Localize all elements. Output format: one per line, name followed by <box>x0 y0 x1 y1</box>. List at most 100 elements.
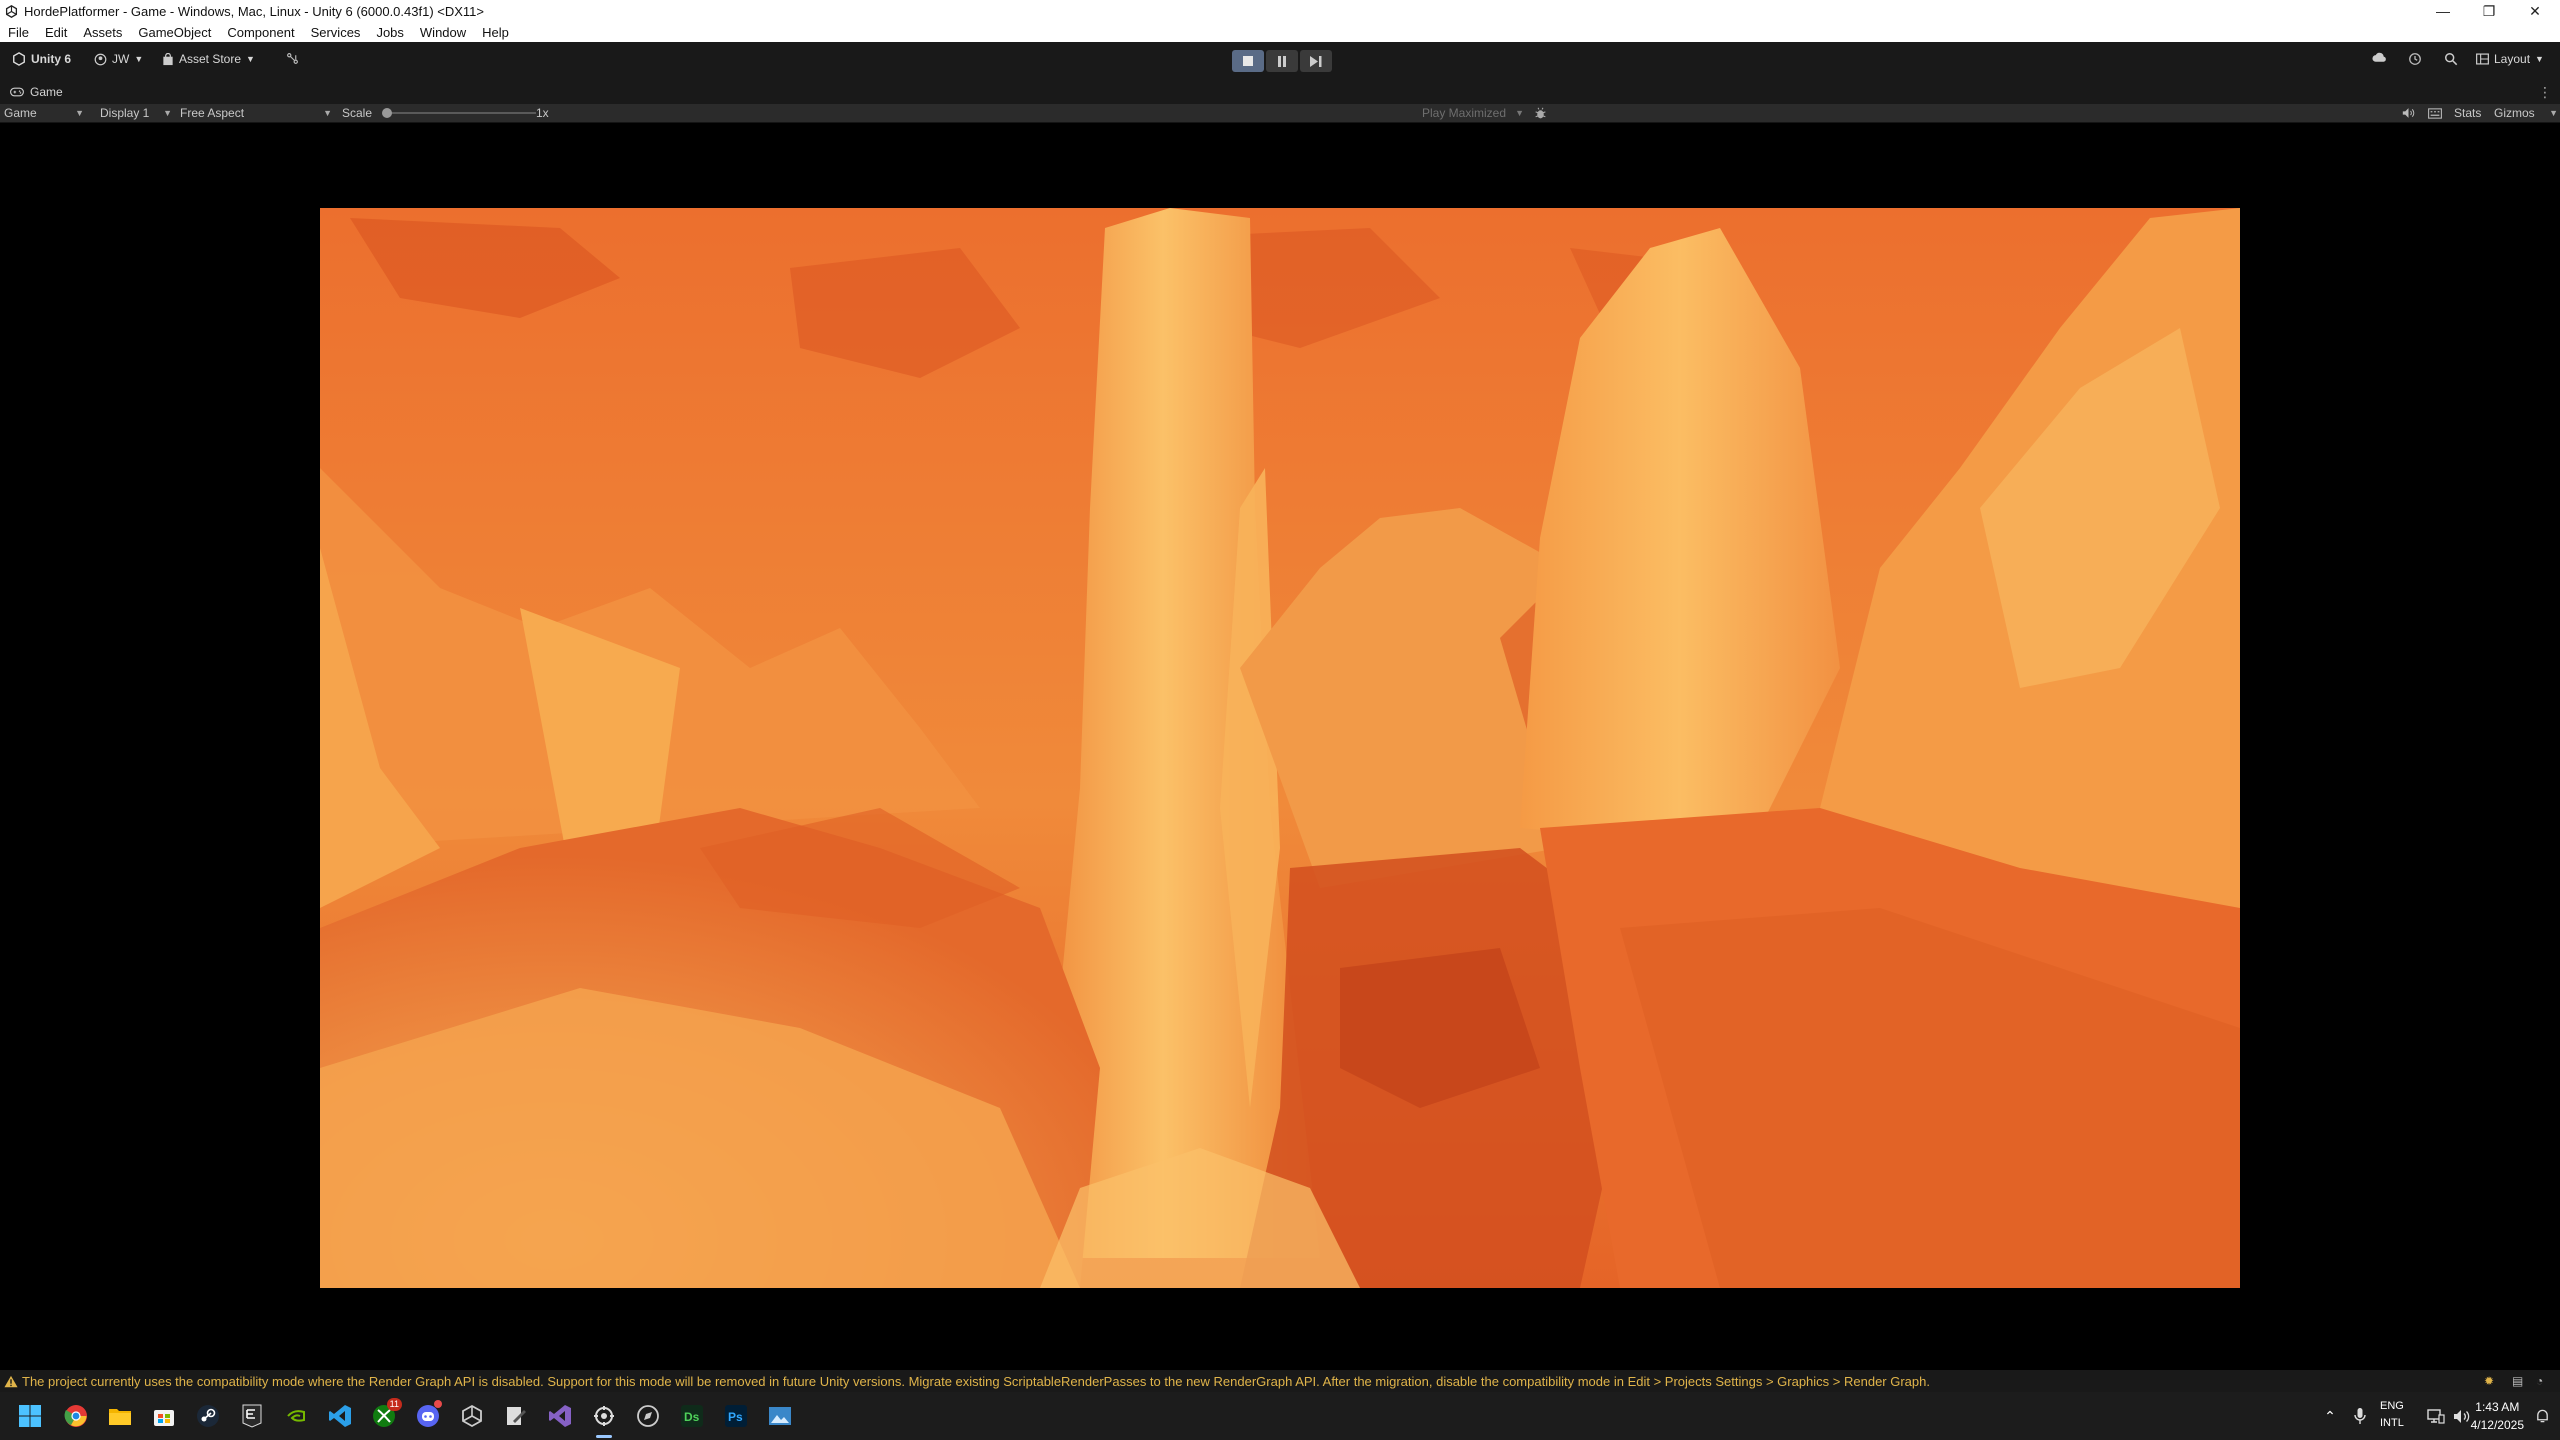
taskbar-discord[interactable] <box>412 1400 444 1432</box>
chevron-down-icon: ▼ <box>163 108 172 118</box>
taskbar-unity-hub[interactable] <box>456 1400 488 1432</box>
clock-time: 1:43 AM <box>2475 1400 2520 1414</box>
frame-debugger-button[interactable] <box>1534 104 1550 122</box>
menu-edit[interactable]: Edit <box>37 25 75 40</box>
account-dropdown[interactable]: JW ▼ <box>86 52 151 66</box>
display-dropdown[interactable]: Display 1 ▼ <box>100 104 174 122</box>
image-icon <box>769 1407 791 1425</box>
volume-icon <box>2454 1409 2470 1423</box>
gizmos-dropdown[interactable]: Gizmos ▼ <box>2494 104 2558 122</box>
branch-icon <box>287 53 298 64</box>
play-maximized-dropdown[interactable]: Play Maximized ▼ <box>1422 104 1526 122</box>
notification-center-button[interactable] <box>2526 1400 2558 1432</box>
window-title: HordePlatformer - Game - Windows, Mac, L… <box>24 3 485 19</box>
menu-window[interactable]: Window <box>412 25 474 40</box>
activity-icon[interactable]: ◔ <box>2536 1374 2543 1388</box>
tray-overflow-button[interactable]: ⌃ <box>2314 1400 2346 1432</box>
network-icon <box>2427 1408 2445 1424</box>
warning-icon <box>4 1375 18 1387</box>
menu-component[interactable]: Component <box>219 25 302 40</box>
tab-game-label: Game <box>30 85 63 99</box>
mute-audio-button[interactable] <box>2402 104 2418 122</box>
bug-icon[interactable]: ✹ <box>2484 1374 2494 1388</box>
photoshop-icon: Ps <box>725 1405 747 1427</box>
taskbar-epic[interactable] <box>236 1400 268 1432</box>
layout-dropdown[interactable]: Layout ▼ <box>2468 52 2552 66</box>
taskbar-unity-editor[interactable] <box>588 1400 620 1438</box>
console-icon[interactable]: ▤ <box>2512 1374 2523 1388</box>
minimize-button[interactable]: — <box>2420 0 2466 22</box>
stats-button[interactable]: Stats <box>2454 104 2490 122</box>
compass-icon <box>637 1405 659 1427</box>
version-control-button[interactable] <box>278 52 307 65</box>
taskbar-notepad[interactable] <box>500 1400 532 1432</box>
language-indicator[interactable]: ENG INTL <box>2380 1398 2404 1432</box>
menu-gameobject[interactable]: GameObject <box>130 25 219 40</box>
taskbar-vscode[interactable] <box>324 1400 356 1432</box>
menu-file[interactable]: File <box>0 25 37 40</box>
menu-assets[interactable]: Assets <box>75 25 130 40</box>
taskbar-image-viewer[interactable] <box>764 1400 796 1432</box>
unity-version-button[interactable]: Unity 6 <box>4 52 79 66</box>
menu-help[interactable]: Help <box>474 25 517 40</box>
game-view-toolbar: Game ▼ Display 1 ▼ Free Aspect ▼ Scale 1… <box>0 104 2560 123</box>
account-icon <box>94 53 107 65</box>
asset-store-label: Asset Store <box>179 52 242 66</box>
chevron-up-icon: ⌃ <box>2324 1407 2336 1424</box>
console-status-bar[interactable]: The project currently uses the compatibi… <box>0 1370 2560 1392</box>
clock-date: 4/12/2025 <box>2470 1418 2524 1432</box>
close-button[interactable]: ✕ <box>2512 0 2558 22</box>
svg-text:Ds: Ds <box>684 1410 700 1424</box>
view-mode-dropdown[interactable]: Game ▼ <box>4 104 86 122</box>
svg-text:Ps: Ps <box>728 1410 743 1424</box>
stats-label: Stats <box>2454 106 2482 120</box>
scale-label: Scale <box>342 106 373 120</box>
taskbar-steam[interactable] <box>192 1400 224 1432</box>
taskbar-app-circle[interactable] <box>632 1400 664 1432</box>
windows-taskbar: 11 Ds Ps ⌃ ENG INTL 1:43 AM 4/12/2025 <box>0 1392 2560 1440</box>
window-titlebar: HordePlatformer - Game - Windows, Mac, L… <box>0 0 2560 22</box>
menu-jobs[interactable]: Jobs <box>368 25 411 40</box>
chevron-down-icon: ▼ <box>134 54 144 64</box>
scale-slider[interactable] <box>382 108 536 118</box>
cloud-button[interactable] <box>2364 52 2395 63</box>
system-clock[interactable]: 1:43 AM 4/12/2025 <box>2471 1398 2524 1434</box>
taskbar-xbox[interactable]: 11 <box>368 1398 402 1432</box>
maximize-button[interactable]: ❐ <box>2466 0 2512 22</box>
search-button[interactable] <box>2436 52 2466 66</box>
layout-label: Layout <box>2494 52 2531 66</box>
status-message: The project currently uses the compatibi… <box>22 1373 1930 1389</box>
taskbar-visual-studio[interactable] <box>544 1400 576 1432</box>
aspect-dropdown[interactable]: Free Aspect ▼ <box>180 104 334 122</box>
history-button[interactable] <box>2400 52 2430 66</box>
asset-store-dropdown[interactable]: Asset Store ▼ <box>154 52 263 66</box>
tab-options-menu[interactable]: ⋮ <box>2538 84 2552 101</box>
xbox-badge: 11 <box>386 1398 402 1411</box>
scale-value: 1x <box>536 106 549 120</box>
stop-button[interactable] <box>1232 50 1264 72</box>
menu-services[interactable]: Services <box>303 25 369 40</box>
taskbar-photoshop[interactable]: Ps <box>720 1400 752 1432</box>
aspect-label: Free Aspect <box>180 106 245 120</box>
chevron-down-icon: ▼ <box>75 108 84 118</box>
unity-logo-icon <box>4 4 18 18</box>
keyboard-icon <box>2428 107 2442 119</box>
windows-logo-icon <box>19 1405 41 1427</box>
pen-icon <box>507 1407 526 1425</box>
game-viewport[interactable] <box>320 208 2240 1288</box>
shortcuts-button[interactable] <box>2428 104 2446 122</box>
taskbar-store[interactable] <box>148 1400 180 1432</box>
scale-slider-handle[interactable] <box>382 108 392 118</box>
start-button[interactable] <box>14 1400 46 1432</box>
taskbar-file-explorer[interactable] <box>104 1400 136 1432</box>
taskbar-chrome[interactable] <box>60 1400 92 1432</box>
step-button[interactable] <box>1300 50 1332 72</box>
notification-bell-icon <box>2536 1409 2548 1423</box>
taskbar-designer[interactable]: Ds <box>676 1400 708 1432</box>
tab-game[interactable]: Game <box>0 80 73 104</box>
speaker-icon <box>2402 108 2415 118</box>
shopping-bag-icon <box>163 52 173 65</box>
pause-button[interactable] <box>1266 50 1298 72</box>
taskbar-nvidia[interactable] <box>280 1400 312 1432</box>
tray-microphone[interactable] <box>2344 1400 2376 1432</box>
